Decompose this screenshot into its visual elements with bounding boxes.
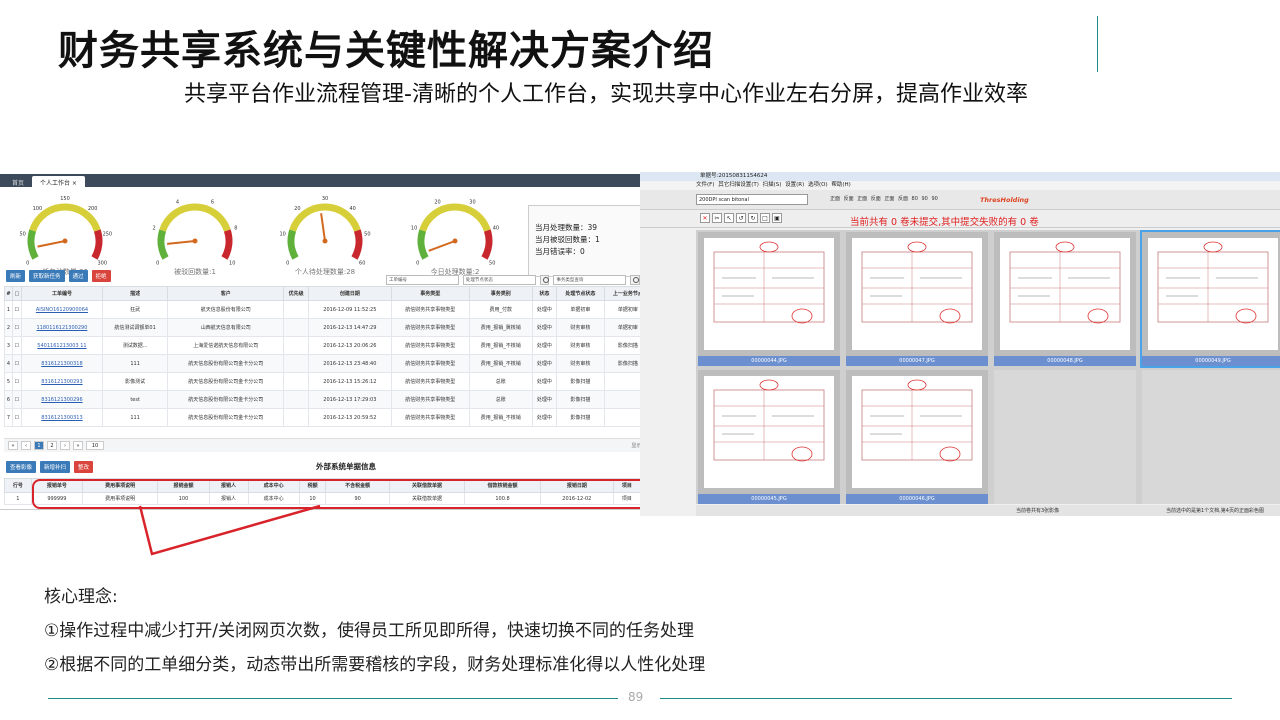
selection-info-text: 当前选中的是第1个文档,第4页的正面彩色图 (1166, 508, 1264, 514)
scan-thumbnail[interactable] (1142, 370, 1280, 504)
invoice-sketch (713, 241, 825, 324)
scan-thumbnail[interactable]: 00000044.JPG (698, 232, 840, 366)
square-icon[interactable]: □ (760, 213, 770, 223)
scan-thumbnail[interactable]: 00000046.JPG (846, 370, 988, 504)
scan-thumbnail[interactable]: 00000048.JPG (994, 232, 1136, 366)
invoice-image (1148, 238, 1278, 350)
thumbnail-caption: 00000044.JPG (698, 356, 840, 366)
core-ideas: 核心理念: ①操作过程中减少打开/关闭网页次数，使得员工所见即所得，快速切换不同… (44, 580, 705, 682)
scan-thumbnail[interactable]: 00000047.JPG (846, 232, 988, 366)
scan-client-screenshot: 单据号:20150831154624 文件(F) 其它扫描设置(T) 扫描(S)… (640, 172, 1280, 516)
scan-action-icons: ✕ ✂ ↖ ↺ ↻ □ ▣ (700, 213, 782, 223)
rotate-right-icon[interactable]: ↻ (748, 213, 758, 223)
footer-line-right (660, 698, 1232, 699)
thumbnail-caption: 00000047.JPG (846, 356, 988, 366)
callout-line (138, 504, 321, 556)
scan-menu-bar[interactable]: 文件(F) 其它扫描设置(T) 扫描(S) 设置(R) 选项(O) 帮助(H) (640, 181, 1280, 190)
thumbnail-grid: 00000044.JPG 00000047.JPG 00000048.JPG 0000… (696, 230, 1280, 504)
rotate-left-icon[interactable]: ↺ (736, 213, 746, 223)
scan-side-options[interactable]: 正面 反面 正面 反面 正面 反面 80 90 90 (830, 195, 938, 202)
scan-window-title: 单据号:20150831154624 (640, 172, 1280, 181)
thumbnail-caption: 00000048.JPG (994, 356, 1136, 366)
save-icon[interactable]: ▣ (772, 213, 782, 223)
scan-toolbar: 200DPI scan bitonal 正面 反面 正面 反面 正面 反面 80… (640, 190, 1280, 210)
scan-status-bar: ✕ ✂ ↖ ↺ ↻ □ ▣ 当前共有 0 卷未提交,其中提交失败的有 0 卷 (640, 210, 1280, 228)
image-count-text: 当前卷共有3张影像 (1016, 508, 1060, 514)
thumbnail-caption: 00000049.JPG (1142, 356, 1280, 366)
threshold-label: ThresHolding (980, 196, 1029, 204)
invoice-image (852, 238, 982, 350)
invoice-image (1000, 238, 1130, 350)
invoice-sketch (713, 379, 825, 462)
invoice-sketch (1009, 241, 1121, 324)
scan-footer: 当前卷共有3张影像 当前选中的是第1个文档,第4页的正面彩色图 (696, 505, 1280, 516)
core-point-1: ①操作过程中减少打开/关闭网页次数，使得员工所见即所得，快速切换不同的任务处理 (44, 621, 694, 641)
invoice-image (704, 238, 834, 350)
cursor-icon[interactable]: ↖ (724, 213, 734, 223)
invoice-sketch (1157, 241, 1269, 324)
invoice-sketch (861, 241, 973, 324)
delete-icon[interactable]: ✕ (700, 213, 710, 223)
thumbnail-caption: 00000046.JPG (846, 494, 988, 504)
submit-status-text: 当前共有 0 卷未提交,其中提交失败的有 0 卷 (850, 217, 1039, 228)
core-point-2: ②根据不同的工单细分类，动态带出所需要稽核的字段，财务处理标准化得以人性化处理 (44, 655, 706, 675)
core-heading: 核心理念: (44, 587, 118, 607)
invoice-sketch (861, 379, 973, 462)
thumbnail-caption: 00000045.JPG (698, 494, 840, 504)
invoice-image (704, 376, 834, 488)
footer-line-left (48, 698, 618, 699)
invoice-image (852, 376, 982, 488)
cut-icon[interactable]: ✂ (712, 213, 722, 223)
scan-thumbnail[interactable]: 00000049.JPG (1140, 230, 1280, 368)
scan-thumbnail[interactable] (994, 370, 1136, 504)
scan-mode-select[interactable]: 200DPI scan bitonal (696, 194, 808, 205)
page-number: 89 (628, 690, 644, 704)
scan-thumbnail[interactable]: 00000045.JPG (698, 370, 840, 504)
